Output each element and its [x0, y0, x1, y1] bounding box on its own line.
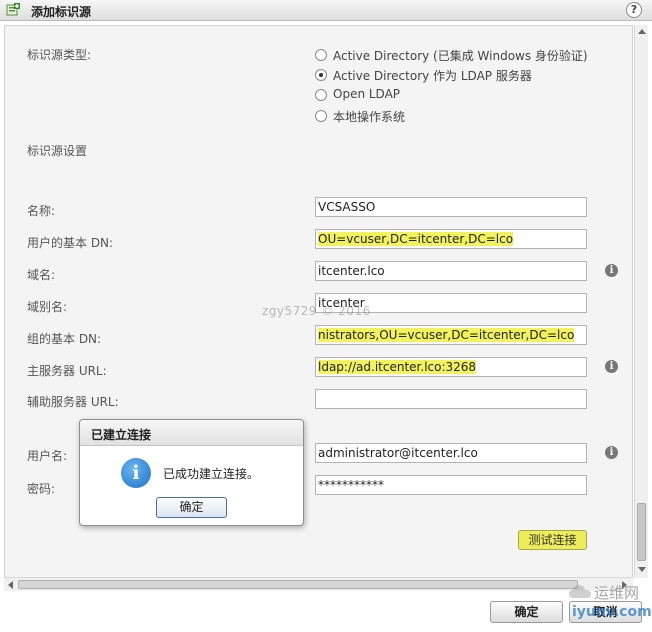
cloud-icon: [569, 585, 591, 598]
info-icon[interactable]: i: [605, 264, 618, 277]
help-icon[interactable]: ?: [626, 2, 642, 18]
site-logo-cn: 运维网: [594, 584, 640, 602]
test-connection-button[interactable]: 测试连接: [518, 530, 587, 550]
name-label: 名称:: [27, 204, 56, 218]
info-icon[interactable]: i: [605, 360, 618, 373]
secondary-url-label: 辅助服务器 URL:: [27, 395, 119, 409]
user-base-dn-value: OU=vcuser,DC=itcenter,DC=lco: [318, 232, 514, 246]
group-base-dn-field[interactable]: nistrators,OU=vcuser,DC=itcenter,DC=lco: [315, 325, 587, 345]
user-base-dn-field[interactable]: OU=vcuser,DC=itcenter,DC=lco: [315, 229, 587, 249]
radio-button[interactable]: [315, 89, 327, 101]
primary-url-field[interactable]: ldap://ad.itcenter.lco:3268: [315, 357, 587, 377]
user-base-dn-label: 用户的基本 DN:: [27, 236, 114, 250]
scrollbar-thumb[interactable]: [18, 580, 578, 589]
popup-ok-button[interactable]: 确定: [156, 497, 227, 518]
dialog-titlebar: 添加标识源 ?: [0, 0, 652, 21]
scroll-up-arrow-icon[interactable]: [638, 29, 646, 34]
radio-button[interactable]: [315, 49, 327, 61]
radio-button[interactable]: [315, 110, 327, 122]
horizontal-scrollbar[interactable]: [4, 577, 633, 591]
domain-alias-label: 域别名:: [27, 300, 68, 314]
popup-message: 已成功建立连接。: [163, 467, 260, 481]
secondary-url-field[interactable]: [315, 389, 587, 409]
name-field[interactable]: VCSASSO: [315, 197, 587, 217]
connection-success-popup: 已建立连接 i 已成功建立连接。 确定: [79, 419, 304, 526]
vertical-scrollbar[interactable]: [634, 25, 648, 578]
site-logo-en: iyunv.com: [572, 604, 652, 620]
scrollbar-thumb[interactable]: [637, 503, 646, 561]
username-field[interactable]: administrator@itcenter.lco: [315, 443, 587, 463]
scroll-left-arrow-icon[interactable]: [8, 581, 13, 589]
settings-section-label: 标识源设置: [27, 144, 88, 158]
group-base-dn-label: 组的基本 DN:: [27, 332, 102, 346]
radio-button-selected[interactable]: [315, 69, 327, 81]
username-label: 用户名:: [27, 449, 68, 463]
radio-label: Active Directory 作为 LDAP 服务器: [333, 69, 532, 83]
popup-title: 已建立连接: [91, 428, 152, 442]
domain-name-label: 域名:: [27, 268, 56, 282]
password-field[interactable]: ***********: [315, 475, 587, 495]
domain-name-field[interactable]: itcenter.lco: [315, 261, 587, 281]
info-icon: i: [121, 458, 151, 488]
dialog-title: 添加标识源: [31, 5, 92, 19]
primary-url-label: 主服务器 URL:: [27, 364, 107, 378]
primary-url-value: ldap://ad.itcenter.lco:3268: [318, 360, 477, 374]
add-identity-source-icon: [6, 3, 20, 16]
radio-label: 本地操作系统: [333, 110, 406, 124]
password-label: 密码:: [27, 482, 56, 496]
popup-titlebar: 已建立连接: [80, 420, 303, 446]
author-watermark: zgy5729 © 2016: [262, 304, 371, 318]
info-icon[interactable]: i: [605, 446, 618, 459]
scroll-down-arrow-icon[interactable]: [638, 567, 646, 572]
radio-label: Open LDAP: [333, 87, 401, 101]
source-type-label: 标识源类型:: [27, 48, 92, 62]
ok-button[interactable]: 确定: [490, 601, 563, 623]
site-logo-watermark: 运维网 iyunv.com: [562, 582, 652, 630]
radio-label: Active Directory (已集成 Windows 身份验证): [333, 49, 588, 63]
group-base-dn-value: nistrators,OU=vcuser,DC=itcenter,DC=lco: [318, 328, 575, 342]
